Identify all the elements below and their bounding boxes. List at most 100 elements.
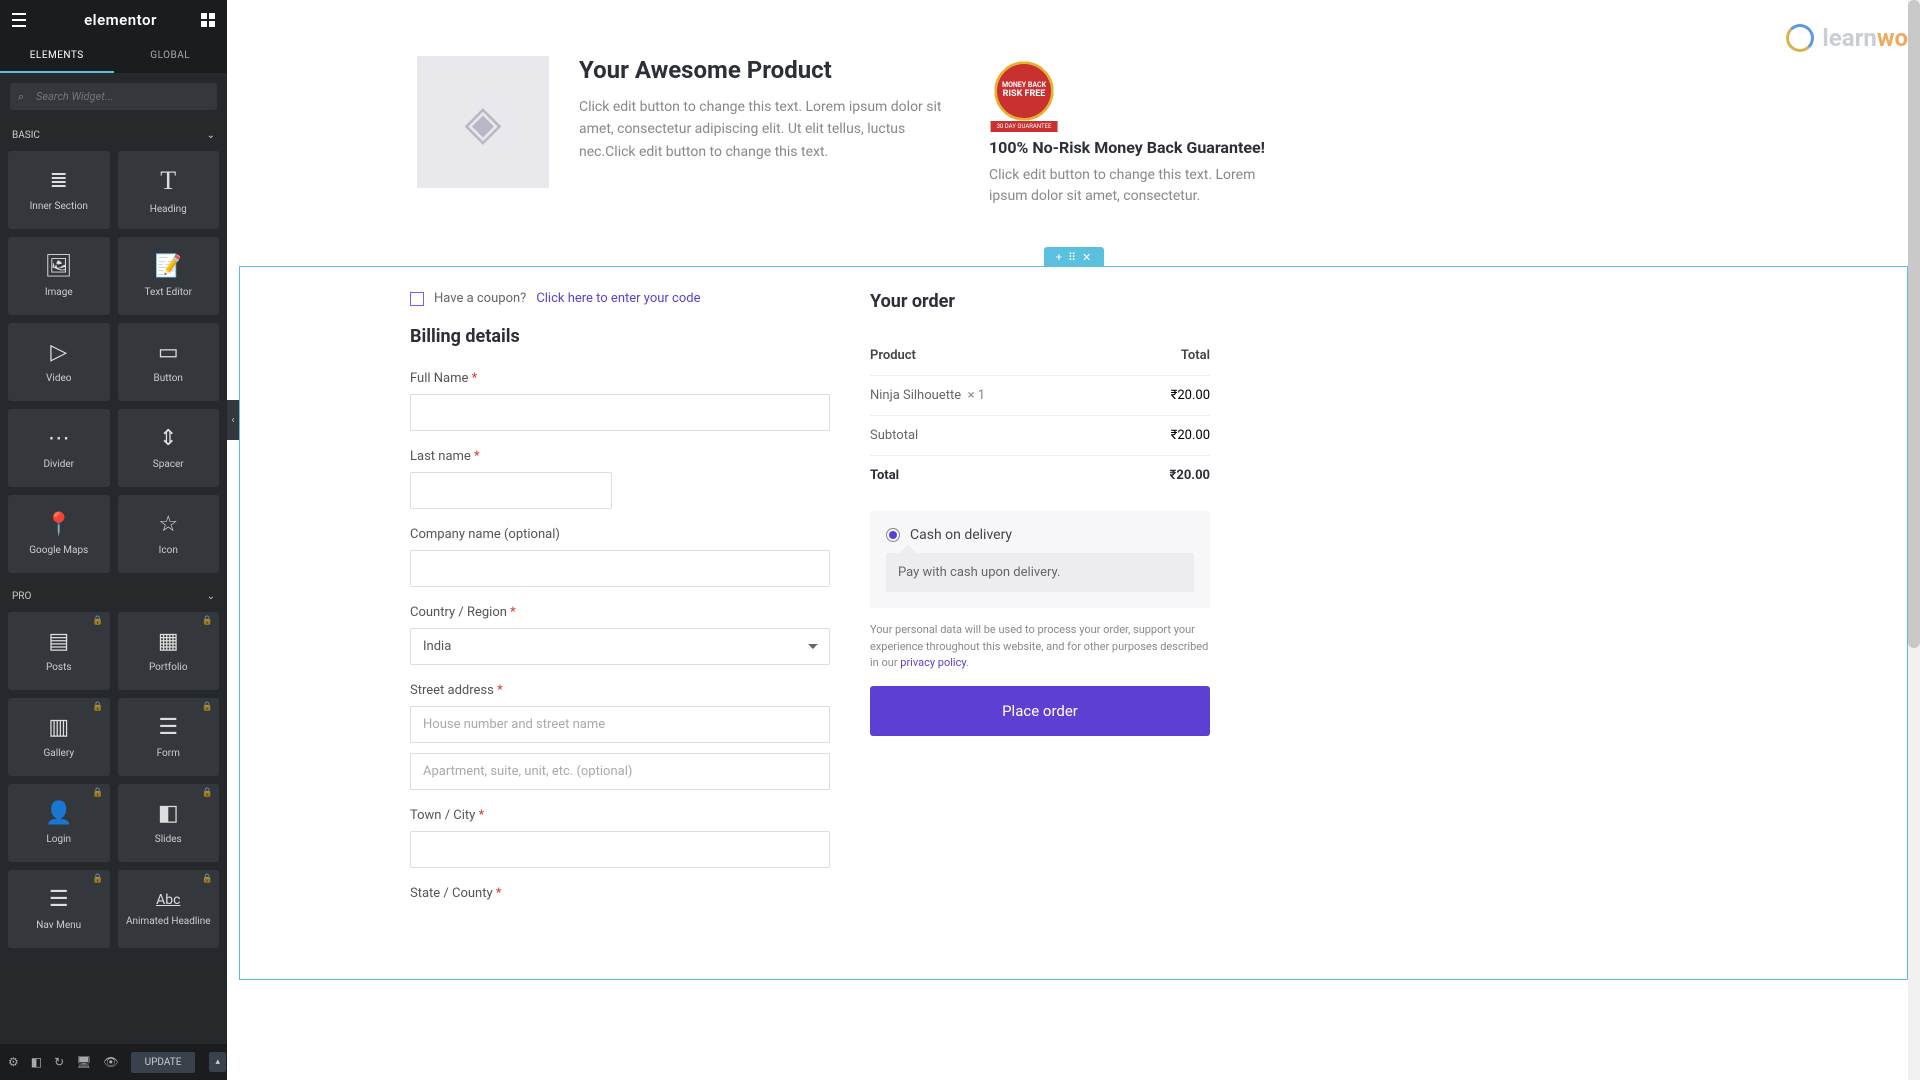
product-title[interactable]: Your Awesome Product [579,56,959,84]
hero-main: Your Awesome Product Click edit button t… [579,56,959,163]
payment-description: Pay with cash upon delivery. [886,553,1194,592]
widget-gallery[interactable]: ▥Gallery [8,698,110,776]
order-header-row: Product Total [870,336,1210,376]
widget-video[interactable]: ▷Video [8,323,110,401]
edit-section-icon[interactable]: ⠿ [1068,251,1076,264]
guarantee-title[interactable]: 100% No-Risk Money Back Guarantee! [989,138,1279,157]
history-icon[interactable]: ↻ [54,1055,64,1069]
widget-form[interactable]: ☰Form [118,698,220,776]
watermark-text: learnwo [1822,24,1908,52]
category-pro[interactable]: PRO ⌄ [0,581,227,612]
tab-elements[interactable]: ELEMENTS [0,40,114,73]
billing-title: Billing details [410,326,830,347]
widget-text-editor[interactable]: 📝Text Editor [118,237,220,315]
widget-spacer[interactable]: ⇕Spacer [118,409,220,487]
place-order-button[interactable]: Place order [870,686,1210,736]
product-image-placeholder[interactable]: ◈ [417,56,549,188]
col-total: Total [1181,348,1210,363]
add-section-icon[interactable]: + [1056,251,1062,264]
input-street-1[interactable] [410,706,830,743]
widgets-pro: ▤Posts ▦Portfolio ▥Gallery ☰Form 👤Login … [0,612,227,956]
update-button[interactable]: UPDATE [131,1052,196,1073]
divider-icon: ⋯ [48,426,70,451]
hero-section[interactable]: ◈ Your Awesome Product Click edit button… [227,0,1920,247]
widget-nav-menu[interactable]: ☰Nav Menu [8,870,110,948]
tab-global[interactable]: GLOBAL [114,40,228,73]
widget-divider[interactable]: ⋯Divider [8,409,110,487]
widget-slides[interactable]: ◧Slides [118,784,220,862]
button-icon: ▭ [158,340,179,365]
placeholder-icon: ◈ [465,94,502,151]
input-street-2[interactable] [410,753,830,790]
widgets-basic: ≣Inner Section THeading 🖼Image 📝Text Edi… [0,151,227,581]
editor-canvas[interactable]: learnwo ◈ Your Awesome Product Click edi… [227,0,1920,1080]
panel-footer: ⚙ ◧ ↻ 🖥 👁 UPDATE ▴ [0,1044,227,1080]
order-item-row: Ninja Silhouette × 1 ₹20.00 [870,376,1210,416]
columns-icon: ≣ [50,168,68,193]
input-last-name[interactable] [410,472,612,509]
widget-inner-section[interactable]: ≣Inner Section [8,151,110,229]
input-full-name[interactable] [410,394,830,431]
search-input[interactable] [10,83,217,110]
widget-portfolio[interactable]: ▦Portfolio [118,612,220,690]
update-options-button[interactable]: ▴ [209,1052,226,1072]
total-label: Total [870,468,899,483]
field-country: Country / Region * India [410,605,830,665]
privacy-policy-link[interactable]: privacy policy [900,656,966,669]
widget-image[interactable]: 🖼Image [8,237,110,315]
preview-icon[interactable]: 👁 [103,1055,118,1069]
hero-right: MONEY BACK RISK FREE 30 DAY GUARANTEE 10… [989,56,1279,207]
field-full-name: Full Name * [410,371,830,431]
product-description[interactable]: Click edit button to change this text. L… [579,96,959,163]
scrollbar[interactable] [1908,0,1920,1080]
badge-ribbon: 30 DAY GUARANTEE [991,121,1058,132]
order-title: Your order [870,291,1210,312]
field-street: Street address * [410,683,830,790]
hamburger-icon[interactable] [12,13,26,27]
coupon-link[interactable]: Click here to enter your code [536,291,700,306]
navigator-icon[interactable]: ◧ [31,1055,42,1069]
close-section-icon[interactable]: ✕ [1082,251,1091,264]
checkout-section[interactable]: Have a coupon? Click here to enter your … [239,266,1908,980]
guarantee-description[interactable]: Click edit button to change this text. L… [989,165,1279,207]
payment-option-label: Cash on delivery [910,527,1012,543]
widget-posts[interactable]: ▤Posts [8,612,110,690]
form-icon: ☰ [158,715,178,740]
category-basic[interactable]: BASIC ⌄ [0,120,227,151]
apps-grid-icon[interactable] [201,13,215,27]
widget-animated-headline[interactable]: AbcAnimated Headline [118,870,220,948]
payment-box: Cash on delivery Pay with cash upon deli… [870,511,1210,608]
field-town: Town / City * [410,808,830,868]
gallery-icon: ▥ [48,715,69,740]
video-icon: ▷ [50,340,67,365]
star-icon: ☆ [158,512,178,537]
field-last-name: Last name * [410,449,830,509]
widget-button[interactable]: ▭Button [118,323,220,401]
panel-collapse-toggle[interactable]: ‹ [227,400,239,440]
responsive-icon[interactable]: 🖥 [76,1055,91,1069]
label-street: Street address * [410,683,830,698]
billing-column: Have a coupon? Click here to enter your … [410,291,830,919]
input-town[interactable] [410,831,830,868]
input-company[interactable] [410,550,830,587]
subtotal-value: ₹20.00 [1171,428,1210,443]
settings-icon[interactable]: ⚙ [8,1055,19,1069]
widget-google-maps[interactable]: 📍Google Maps [8,495,110,573]
category-label: PRO [12,591,31,602]
scrollbar-thumb[interactable] [1908,0,1920,648]
chevron-down-icon: ⌄ [207,591,215,602]
category-label: BASIC [12,130,40,141]
image-icon: 🖼 [45,254,73,279]
select-country[interactable]: India [410,628,830,665]
label-last-name: Last name * [410,449,830,464]
radio-icon [886,528,900,542]
widget-heading[interactable]: THeading [118,151,220,229]
widget-icon[interactable]: ☆Icon [118,495,220,573]
payment-option-cod[interactable]: Cash on delivery [886,527,1194,543]
watermark-logo-icon [1786,24,1814,52]
guarantee-badge[interactable]: MONEY BACK RISK FREE 30 DAY GUARANTEE [989,56,1059,126]
portfolio-icon: ▦ [158,629,179,654]
widget-login[interactable]: 👤Login [8,784,110,862]
login-icon: 👤 [45,801,72,826]
label-town: Town / City * [410,808,830,823]
